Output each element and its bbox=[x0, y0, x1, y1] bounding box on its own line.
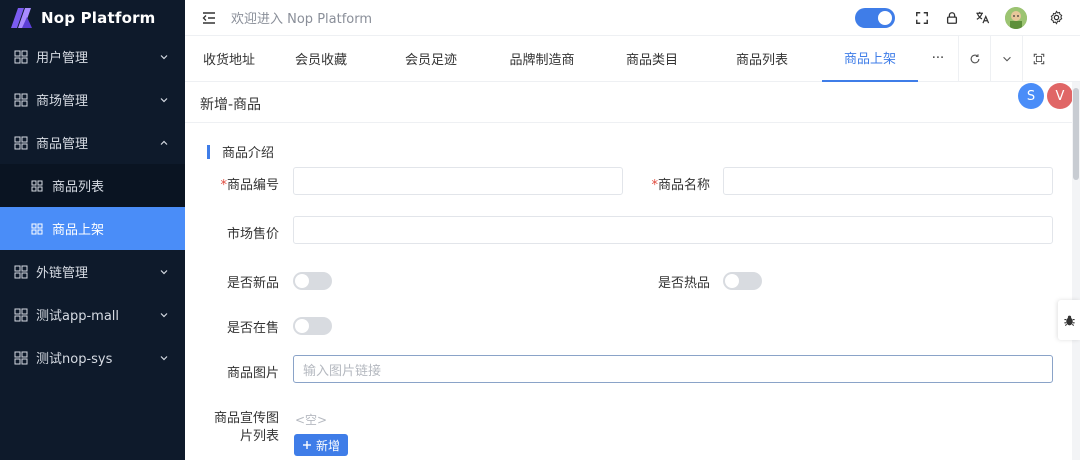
goods-sn-label-text: 商品编号 bbox=[226, 178, 279, 193]
menu-fold-icon[interactable] bbox=[201, 10, 217, 26]
refresh-icon[interactable] bbox=[958, 35, 990, 82]
sidebar-item-label: 商品管理 bbox=[36, 137, 89, 152]
debug-button[interactable] bbox=[1058, 300, 1080, 340]
sidebar-item-label: 商品列表 bbox=[52, 180, 105, 195]
divider bbox=[185, 122, 1072, 123]
bug-icon bbox=[1063, 315, 1075, 326]
lock-icon[interactable] bbox=[944, 10, 960, 26]
sidebar-item-goods-onsale[interactable]: 商品上架 bbox=[0, 207, 185, 250]
tab-goods-list[interactable]: 商品列表 bbox=[707, 36, 817, 82]
scrollbar[interactable] bbox=[1072, 82, 1080, 460]
chevron-down-icon bbox=[160, 54, 168, 59]
chevron-down-icon bbox=[160, 355, 168, 360]
sidebar-item-label: 外链管理 bbox=[36, 266, 89, 281]
grid-icon bbox=[14, 308, 28, 321]
tab-more-button[interactable]: ··· bbox=[918, 36, 958, 82]
section-title: 商品介绍 bbox=[222, 146, 275, 161]
logo[interactable]: Nop Platform bbox=[0, 0, 185, 35]
grid-icon bbox=[31, 223, 43, 234]
chevron-down-icon bbox=[160, 97, 168, 102]
user-avatar[interactable] bbox=[1005, 6, 1027, 29]
is-hot-switch[interactable] bbox=[723, 272, 762, 290]
goods-sn-label: *商品编号 bbox=[215, 174, 279, 193]
tab-goods-onsale[interactable]: 商品上架 bbox=[822, 36, 918, 82]
section-bar bbox=[207, 144, 210, 159]
is-new-switch[interactable] bbox=[293, 272, 332, 290]
tab-brand-manufacturer[interactable]: 品牌制造商 bbox=[487, 36, 597, 82]
logo-icon bbox=[8, 5, 34, 31]
chevron-down-icon bbox=[160, 269, 168, 274]
gallery-label-line2: 片列表 bbox=[239, 429, 279, 444]
avatar-s[interactable]: S bbox=[1018, 83, 1044, 109]
maximize-icon[interactable] bbox=[1022, 35, 1054, 82]
grid-icon bbox=[14, 93, 28, 106]
sidebar: Nop Platform 用户管理 商场管理 商品管理 商品列表 商品上架 外链… bbox=[0, 0, 185, 460]
switch-knob bbox=[725, 274, 739, 288]
switch-knob bbox=[295, 274, 309, 288]
grid-icon bbox=[14, 265, 28, 278]
tab-goods-category[interactable]: 商品类目 bbox=[597, 36, 707, 82]
section-header: 商品介绍 bbox=[207, 142, 274, 161]
scrollbar-thumb[interactable] bbox=[1073, 88, 1079, 180]
avatar-v[interactable]: V bbox=[1047, 83, 1073, 109]
sidebar-item-label: 测试nop-sys bbox=[36, 352, 113, 367]
tab-shipping-address[interactable]: 收货地址 bbox=[185, 36, 267, 82]
is-hot-label: 是否热品 bbox=[657, 276, 710, 291]
sidebar-item-test-app-mall[interactable]: 测试app-mall bbox=[0, 293, 185, 336]
sidebar-item-label: 测试app-mall bbox=[36, 309, 120, 324]
top-header: 欢迎进入 Nop Platform bbox=[185, 0, 1080, 36]
tab-tools bbox=[958, 35, 1054, 82]
gallery-label-line1: 商品宣传图 bbox=[213, 411, 279, 426]
grid-icon bbox=[31, 180, 43, 191]
counter-price-label: 市场售价 bbox=[226, 227, 279, 242]
plus-icon bbox=[303, 441, 311, 449]
main-content: 新增-商品 S V 商品介绍 *商品编号 *商品名称 市场售价 是否新品 是否热… bbox=[185, 82, 1080, 460]
goods-name-label-text: 商品名称 bbox=[657, 178, 710, 193]
sidebar-item-mall-management[interactable]: 商场管理 bbox=[0, 78, 185, 121]
goods-name-input[interactable] bbox=[723, 167, 1053, 195]
tab-member-footprint[interactable]: 会员足迹 bbox=[375, 36, 487, 82]
chevron-down-icon[interactable] bbox=[990, 35, 1022, 82]
sidebar-item-test-nop-sys[interactable]: 测试nop-sys bbox=[0, 336, 185, 379]
counter-price-input[interactable] bbox=[293, 216, 1053, 244]
grid-icon bbox=[14, 50, 28, 63]
is-on-sale-switch[interactable] bbox=[293, 317, 332, 335]
sidebar-item-label: 用户管理 bbox=[36, 51, 89, 66]
tab-bar: 收货地址 会员收藏 会员足迹 品牌制造商 商品类目 商品列表 商品上架 ··· bbox=[185, 35, 1080, 82]
grid-icon bbox=[14, 351, 28, 364]
toggle-knob bbox=[878, 10, 892, 25]
settings-icon[interactable] bbox=[1048, 10, 1064, 26]
tab-member-favorites[interactable]: 会员收藏 bbox=[267, 36, 375, 82]
pic-url-input[interactable]: 输入图片链接 bbox=[293, 355, 1053, 383]
is-on-sale-label: 是否在售 bbox=[226, 321, 279, 336]
chevron-down-icon bbox=[160, 312, 168, 317]
sidebar-item-user-management[interactable]: 用户管理 bbox=[0, 35, 185, 78]
gallery-label: 商品宣传图 片列表 bbox=[205, 410, 279, 446]
theme-toggle[interactable] bbox=[855, 7, 895, 28]
chevron-up-icon bbox=[160, 140, 168, 145]
sidebar-item-label: 商场管理 bbox=[36, 94, 89, 109]
goods-sn-input[interactable] bbox=[293, 167, 623, 195]
sidebar-item-link-management[interactable]: 外链管理 bbox=[0, 250, 185, 293]
translate-icon[interactable] bbox=[974, 10, 990, 26]
gallery-empty: <空> bbox=[295, 413, 328, 427]
pic-url-placeholder: 输入图片链接 bbox=[303, 363, 382, 379]
welcome-text: 欢迎进入 Nop Platform bbox=[231, 12, 373, 27]
sidebar-item-label: 商品上架 bbox=[52, 223, 105, 238]
fullscreen-icon[interactable] bbox=[914, 10, 930, 26]
sidebar-item-goods-management[interactable]: 商品管理 bbox=[0, 121, 185, 164]
gallery-add-label: 新增 bbox=[316, 438, 341, 453]
grid-icon bbox=[14, 136, 28, 149]
switch-knob bbox=[295, 319, 309, 333]
sidebar-item-goods-list[interactable]: 商品列表 bbox=[0, 164, 185, 207]
gallery-add-button[interactable]: 新增 bbox=[294, 434, 349, 456]
pic-url-label: 商品图片 bbox=[226, 366, 279, 381]
goods-name-label: *商品名称 bbox=[645, 174, 710, 193]
page-title: 新增-商品 bbox=[200, 97, 262, 113]
app-name: Nop Platform bbox=[41, 8, 156, 27]
is-new-label: 是否新品 bbox=[226, 276, 279, 291]
